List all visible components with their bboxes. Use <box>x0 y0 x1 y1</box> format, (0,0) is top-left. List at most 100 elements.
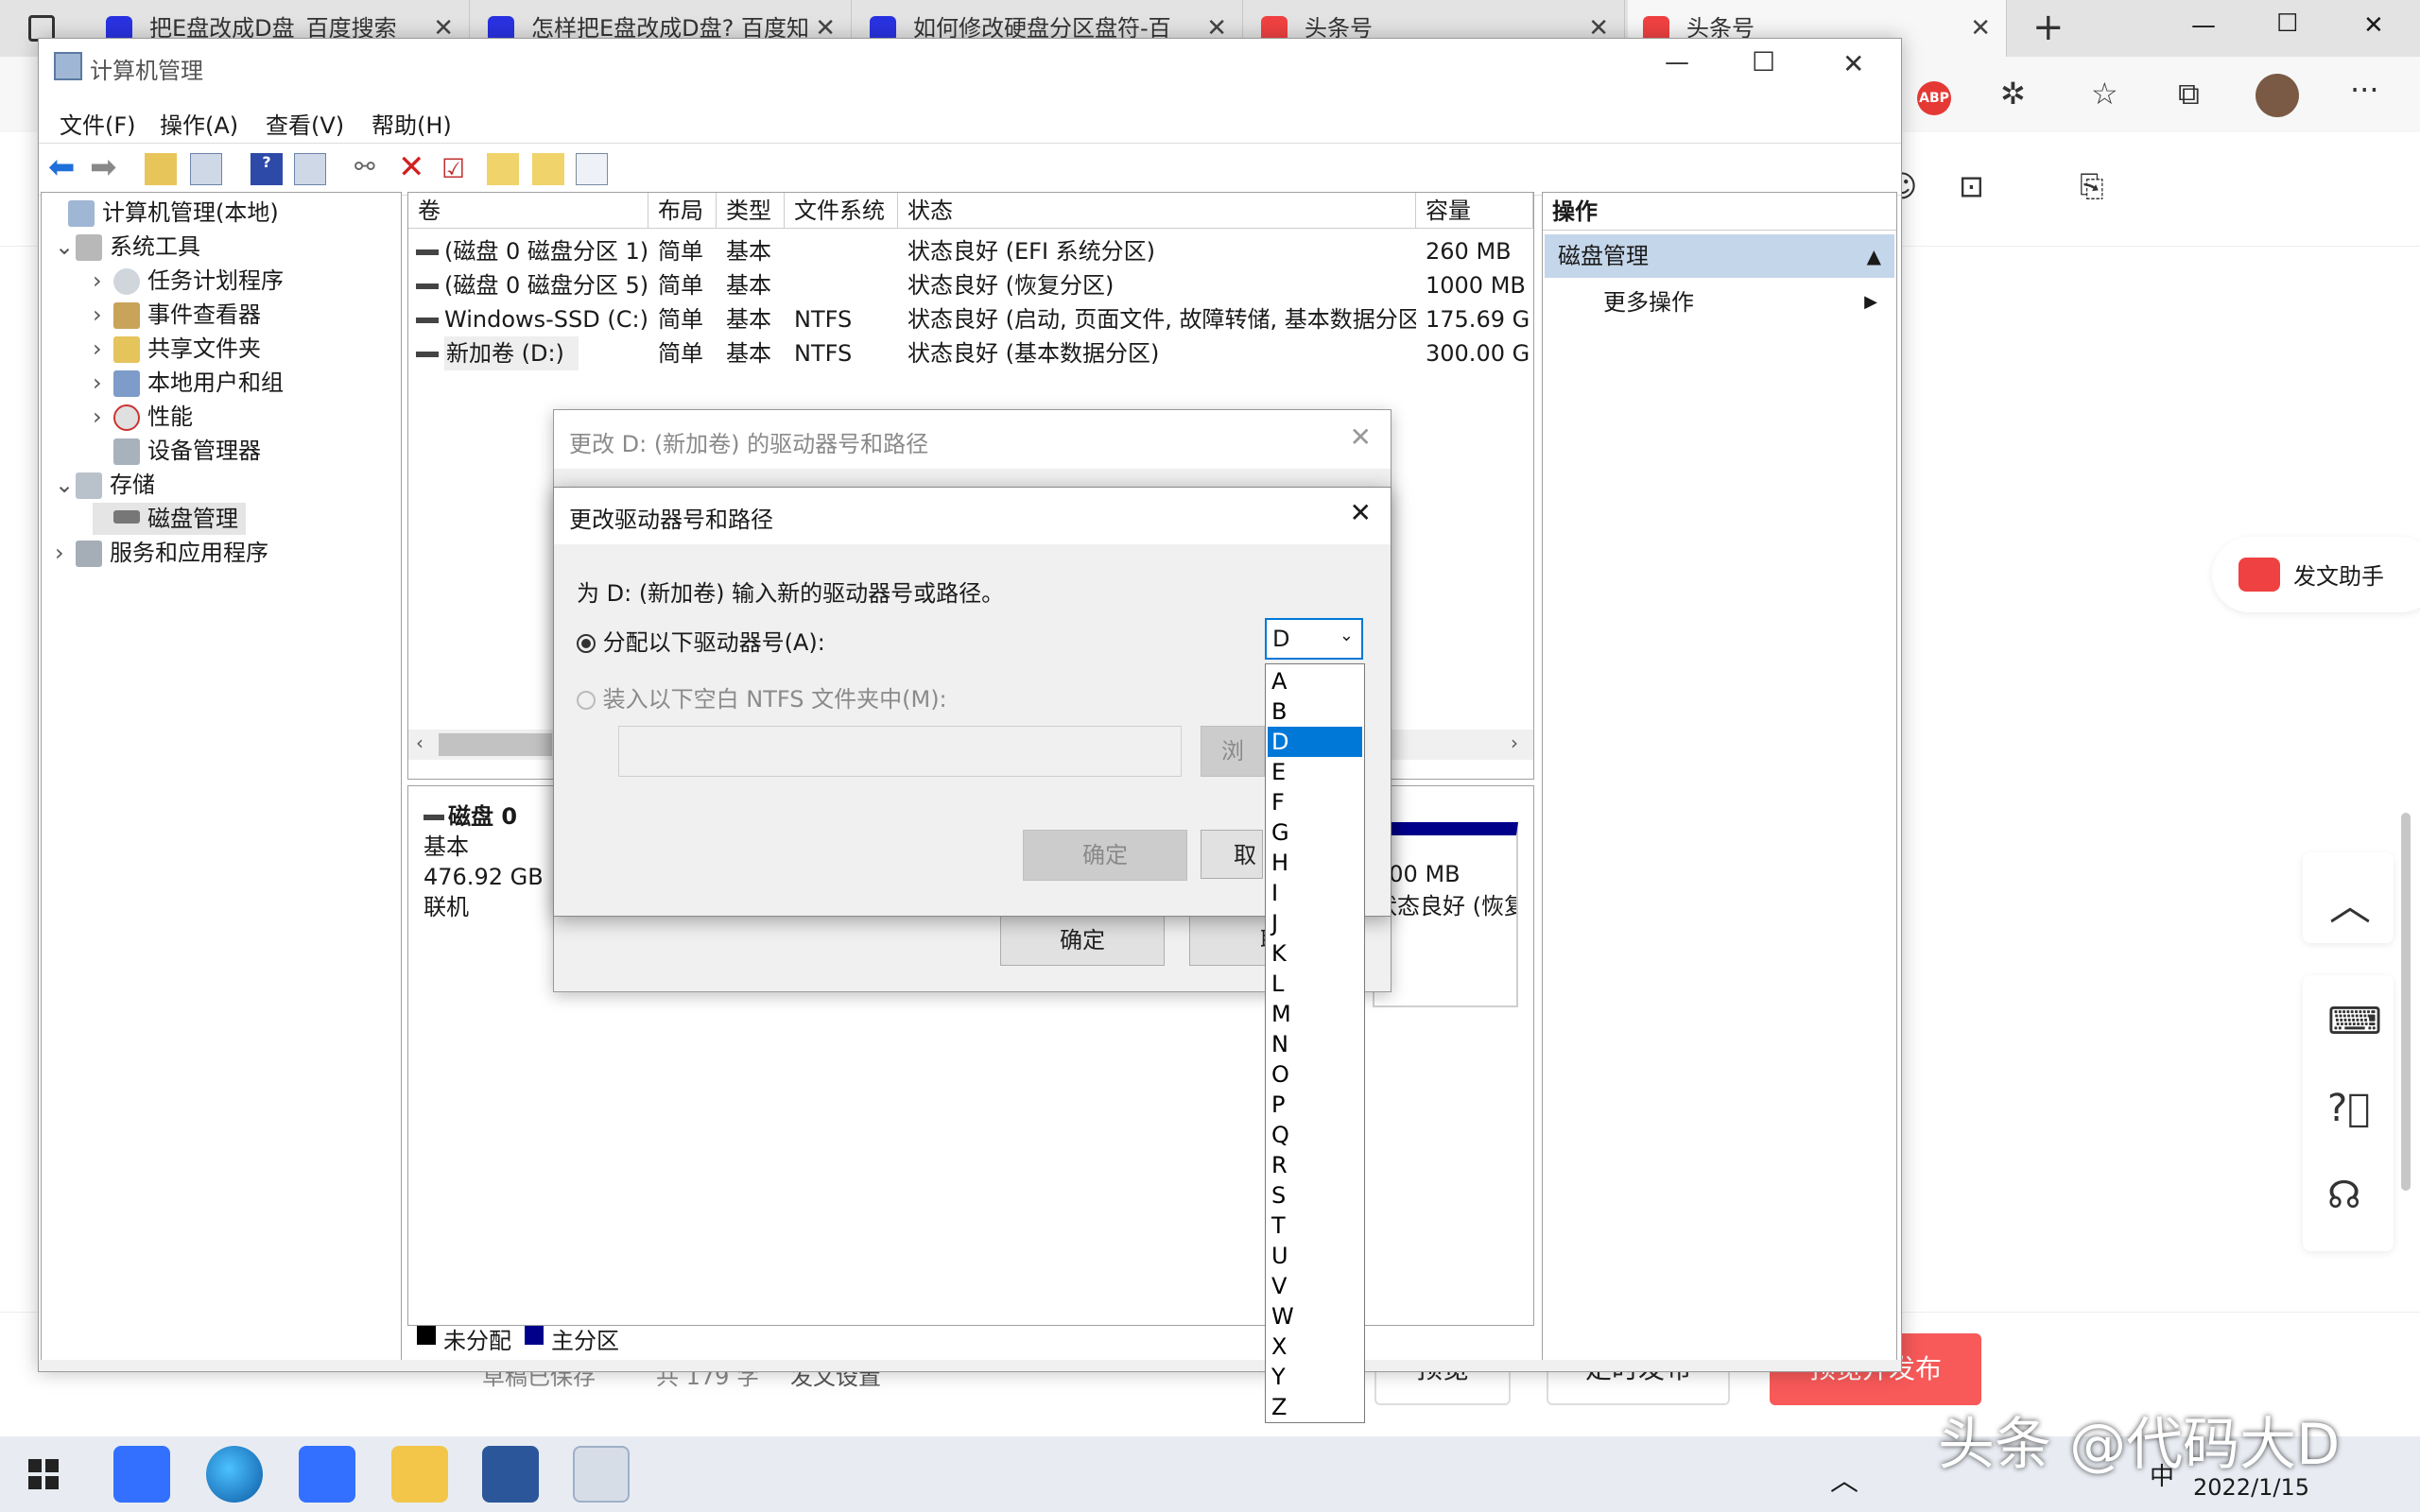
column-header-volume[interactable]: 卷 <box>408 193 648 229</box>
menu-help[interactable]: 帮助(H) <box>372 107 452 140</box>
menu-action[interactable]: 操作(A) <box>160 107 238 140</box>
drive-letter-option[interactable]: P <box>1268 1090 1362 1120</box>
favorites-icon[interactable]: ☆ <box>2091 76 2118 112</box>
search-folder-icon[interactable] <box>532 153 564 185</box>
profile-avatar[interactable] <box>2256 74 2299 117</box>
volume-row[interactable]: (磁盘 0 磁盘分区 5) 简单 基本 状态良好 (恢复分区) 1000 MB <box>408 268 1533 302</box>
drive-letter-option[interactable]: N <box>1268 1029 1362 1059</box>
volume-row-selected[interactable]: 新加卷 (D:) 简单 基本 NTFS 状态良好 (基本数据分区) 300.00… <box>408 336 1533 370</box>
browser-close-button[interactable]: ✕ <box>2363 11 2384 40</box>
drive-letter-option[interactable]: K <box>1268 938 1362 969</box>
drive-letter-option[interactable]: B <box>1268 696 1362 727</box>
scroll-thumb[interactable] <box>439 733 552 756</box>
tree-item-device-manager[interactable]: 设备管理器 <box>93 435 261 467</box>
actions-more[interactable]: 更多操作 ▶ <box>1545 282 1894 323</box>
ok-button[interactable]: 确定 <box>1023 830 1187 881</box>
collections-icon[interactable]: ⧉ <box>2178 76 2200 112</box>
drive-letter-option[interactable]: Y <box>1268 1362 1362 1392</box>
taskbar-app-feishu-icon[interactable] <box>299 1446 355 1503</box>
taskbar-app-feishu-icon[interactable] <box>113 1446 170 1503</box>
scroll-left-icon[interactable]: ‹ <box>416 731 424 754</box>
scroll-top-icon[interactable]: ︿ <box>2329 871 2371 932</box>
cancel-button[interactable]: 取 <box>1201 830 1263 879</box>
delete-icon[interactable]: ✕ <box>398 151 430 185</box>
tree-chevron[interactable]: ⌄ <box>55 231 76 263</box>
ok-button[interactable]: 确定 <box>1000 915 1165 966</box>
tree-chevron[interactable]: › <box>93 265 113 297</box>
tree-item-local-users[interactable]: › 本地用户和组 <box>93 367 284 399</box>
drive-letter-option[interactable]: U <box>1268 1241 1362 1271</box>
assign-letter-option[interactable]: 分配以下驱动器号(A): <box>577 624 825 657</box>
drive-letter-option[interactable]: X <box>1268 1332 1362 1362</box>
maximize-button[interactable]: ☐ <box>1752 46 1775 77</box>
folder-path-input[interactable] <box>618 726 1182 777</box>
extensions-icon[interactable]: ✲ <box>2000 76 2026 112</box>
browser-minimize-button[interactable]: — <box>2191 11 2216 40</box>
headset-icon[interactable]: ☊ <box>2327 1174 2361 1217</box>
column-header-layout[interactable]: 布局 <box>648 193 717 229</box>
export-folder-icon[interactable] <box>487 153 519 185</box>
connect-drive-icon[interactable]: ⚯ <box>354 153 387 185</box>
keyboard-icon[interactable]: ⌨ <box>2327 1000 2382 1043</box>
drive-letter-option[interactable]: Z <box>1268 1392 1362 1422</box>
drive-letter-select[interactable]: D ⌄ <box>1265 618 1363 660</box>
document-import-icon[interactable]: ⎘ <box>2080 168 2104 205</box>
drive-letter-option[interactable]: A <box>1268 666 1362 696</box>
partition-recovery[interactable]: 000 MB 状态良好 (恢复 <box>1373 822 1518 1007</box>
drive-letter-option[interactable]: E <box>1268 757 1362 787</box>
taskbar-app-computer-management-icon[interactable] <box>573 1446 630 1503</box>
tree-chevron[interactable]: › <box>93 401 113 433</box>
drive-letter-dropdown-list[interactable]: ABDEFGHIJKLMNOPQRSTUVWXYZ <box>1265 663 1365 1423</box>
start-windows-icon[interactable] <box>28 1459 59 1489</box>
tree-item-shared-folders[interactable]: › 共享文件夹 <box>93 333 261 365</box>
browse-button[interactable]: 浏 <box>1201 726 1265 777</box>
tree-item-performance[interactable]: › 性能 <box>93 401 193 433</box>
volume-row[interactable]: (磁盘 0 磁盘分区 1) 简单 基本 状态良好 (EFI 系统分区) 260 … <box>408 234 1533 268</box>
more-icon[interactable]: ··· <box>2350 72 2379 108</box>
tree-chevron[interactable]: › <box>93 367 113 399</box>
drive-letter-option[interactable]: H <box>1268 848 1362 878</box>
tree-item-system-tools[interactable]: ⌄ 系统工具 <box>55 231 200 263</box>
close-button[interactable]: ✕ <box>1842 48 1864 79</box>
drive-letter-option[interactable]: W <box>1268 1301 1362 1332</box>
dialog-close-icon[interactable]: ✕ <box>1350 421 1372 453</box>
tree-item-root[interactable]: 计算机管理(本地) <box>47 197 279 229</box>
drive-letter-option[interactable]: J <box>1268 908 1362 938</box>
drive-letter-option[interactable]: L <box>1268 969 1362 999</box>
close-tab-icon[interactable]: ✕ <box>1970 0 1991 57</box>
drive-letter-option[interactable]: O <box>1268 1059 1362 1090</box>
insert-media-icon[interactable]: ⊡ <box>1959 168 1984 204</box>
browser-maximize-button[interactable]: ☐ <box>2276 9 2298 38</box>
up-folder-icon[interactable] <box>145 153 177 185</box>
dialog-close-icon[interactable]: ✕ <box>1350 497 1372 528</box>
drive-letter-option[interactable]: V <box>1268 1271 1362 1301</box>
tree-chevron[interactable]: ⌄ <box>55 469 76 501</box>
column-header-capacity[interactable]: 容量 <box>1416 193 1533 229</box>
scroll-right-icon[interactable]: › <box>1511 731 1518 754</box>
taskbar-app-edge-icon[interactable] <box>206 1446 263 1503</box>
help-icon[interactable]: ?⃝ <box>2327 1087 2370 1130</box>
drive-letter-option[interactable]: I <box>1268 878 1362 908</box>
tree-chevron[interactable]: › <box>93 299 113 331</box>
radio-unchecked[interactable] <box>577 691 596 710</box>
properties-icon[interactable]: ☑ <box>441 153 474 185</box>
taskbar-app-explorer-icon[interactable] <box>391 1446 448 1503</box>
column-header-filesystem[interactable]: 文件系统 <box>785 193 898 229</box>
tray-chevron-icon[interactable]: ︿ <box>1830 1457 1858 1499</box>
column-header-type[interactable]: 类型 <box>717 193 785 229</box>
drive-letter-option[interactable]: Q <box>1268 1120 1362 1150</box>
radio-checked[interactable] <box>577 634 596 653</box>
drive-letter-option[interactable]: T <box>1268 1211 1362 1241</box>
drive-letter-option[interactable]: F <box>1268 787 1362 817</box>
tree-item-disk-management[interactable]: 磁盘管理 <box>93 503 246 535</box>
volume-row[interactable]: Windows-SSD (C:) 简单 基本 NTFS 状态良好 (启动, 页面… <box>408 302 1533 336</box>
abp-icon[interactable]: ABP <box>1917 81 1951 115</box>
drive-letter-option[interactable]: M <box>1268 999 1362 1029</box>
tree-item-storage[interactable]: ⌄ 存储 <box>55 469 155 501</box>
assistant-button[interactable]: 发文助手 <box>2212 537 2420 612</box>
settings-list-icon[interactable] <box>576 153 608 185</box>
mount-folder-option[interactable]: 装入以下空白 NTFS 文件夹中(M): <box>577 680 947 713</box>
tree-item-services-apps[interactable]: › 服务和应用程序 <box>55 537 268 569</box>
drive-letter-option[interactable]: R <box>1268 1150 1362 1180</box>
tree-chevron[interactable]: › <box>55 537 76 569</box>
